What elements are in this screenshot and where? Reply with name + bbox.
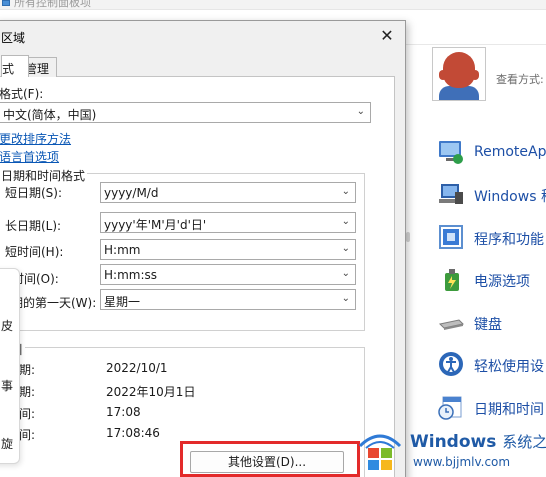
- format-value: 中文(简体，中国): [3, 108, 97, 122]
- ease-of-access-icon: [439, 352, 463, 376]
- side-card-text: 旋: [1, 437, 14, 451]
- watermark-title: Windows 系统之家: [410, 431, 546, 452]
- breadcrumb[interactable]: 所有控制面板项: [14, 0, 91, 10]
- language-preferences-link[interactable]: 语言首选项: [0, 148, 59, 165]
- windows-logo-icon: [358, 434, 402, 470]
- tab-formats[interactable]: 式: [1, 55, 29, 77]
- short-time-dropdown[interactable]: H:mm ⌄: [100, 239, 356, 260]
- cp-item-keyboard[interactable]: 键盘: [433, 306, 546, 340]
- avatar-body: [439, 86, 479, 100]
- side-card-text: 事: [1, 379, 14, 393]
- short-time-value: H:mm: [104, 243, 141, 257]
- windows-mobility-icon: [439, 184, 463, 204]
- other-settings-button[interactable]: 其他设置(D)...: [190, 451, 344, 473]
- change-sort-link[interactable]: 更改排序方法: [0, 130, 71, 147]
- cp-item-power-options[interactable]: 电源选项: [433, 263, 546, 297]
- example-value: 2022年10月1日: [106, 385, 196, 399]
- remoteapp-icon: [439, 141, 463, 164]
- short-time-label: 短时间(H):: [5, 245, 64, 259]
- watermark-url: www.bjjmlv.com: [413, 455, 511, 469]
- cp-item-remoteapp[interactable]: RemoteApp: [433, 136, 546, 170]
- divider: [405, 44, 546, 45]
- chevron-down-icon: ⌄: [341, 186, 350, 197]
- chevron-down-icon: ⌄: [341, 293, 350, 304]
- cp-item-label: RemoteApp: [474, 144, 546, 160]
- watermark-title-en: Windows: [410, 432, 497, 452]
- cp-item-label: 键盘: [474, 317, 502, 333]
- keyboard-icon: [438, 319, 465, 330]
- long-date-value: yyyy'年'M'月'd'日': [104, 218, 207, 232]
- date-time-icon: [438, 396, 462, 420]
- power-options-icon: [445, 269, 459, 291]
- group-title: 日期和时间格式: [0, 167, 88, 184]
- chevron-down-icon: ⌄: [341, 268, 350, 279]
- first-day-dropdown[interactable]: 星期一 ⌄: [100, 289, 356, 310]
- region-dialog: 区域 ✕ 管理 式 格式(F): 中文(简体，中国) ⌄ 更改排序方法 语言首选…: [0, 20, 406, 477]
- watermark-title-cn: 系统之家: [502, 433, 546, 451]
- cp-item-label: 日期和时间: [474, 402, 544, 418]
- long-date-label: 长日期(L):: [5, 219, 62, 233]
- cp-item-programs-features[interactable]: 程序和功能: [433, 221, 546, 255]
- example-value: 17:08:46: [106, 426, 160, 440]
- scroll-marker: [406, 232, 410, 242]
- example-value: 2022/10/1: [106, 361, 168, 375]
- long-time-dropdown[interactable]: H:mm:ss ⌄: [100, 264, 356, 285]
- cp-item-label: 电源选项: [474, 274, 530, 290]
- close-button[interactable]: ✕: [375, 25, 399, 47]
- format-label: 格式(F):: [0, 87, 44, 101]
- cp-item-windows-mobility[interactable]: Windows 移: [433, 178, 546, 212]
- short-date-label: 短日期(S):: [5, 186, 63, 200]
- chevron-down-icon: ⌄: [341, 243, 350, 254]
- first-day-value: 星期一: [104, 295, 141, 309]
- dialog-title: 区域: [1, 31, 26, 45]
- short-date-dropdown[interactable]: yyyy/M/d ⌄: [100, 182, 356, 203]
- view-by-label: 查看方式:: [496, 73, 544, 86]
- user-avatar[interactable]: [432, 47, 486, 101]
- side-popup-card: 皮 事 旋: [0, 268, 20, 464]
- format-dropdown[interactable]: 中文(简体，中国) ⌄: [0, 102, 371, 123]
- first-day-label: 期的第一天(W):: [11, 296, 97, 310]
- cp-item-label: 程序和功能: [474, 232, 544, 248]
- chevron-down-icon: ⌄: [341, 216, 350, 227]
- long-date-dropdown[interactable]: yyyy'年'M'月'd'日' ⌄: [100, 212, 356, 233]
- cp-item-label: 轻松使用设: [474, 359, 544, 375]
- side-card-text: 皮: [1, 319, 14, 333]
- cp-item-label: Windows 移: [474, 189, 546, 205]
- avatar-head: [443, 52, 475, 88]
- control-panel-icon: [2, 0, 10, 6]
- long-time-value: H:mm:ss: [104, 268, 157, 282]
- chevron-down-icon: ⌄: [356, 106, 365, 117]
- cp-item-date-time[interactable]: 日期和时间: [433, 391, 546, 425]
- example-value: 17:08: [106, 405, 141, 419]
- tab-label: 式: [2, 62, 15, 76]
- short-date-value: yyyy/M/d: [104, 186, 159, 200]
- control-panel-top-bar: 所有控制面板项: [0, 0, 546, 10]
- cp-item-ease-of-access[interactable]: 轻松使用设: [433, 348, 546, 382]
- programs-features-icon: [439, 225, 463, 249]
